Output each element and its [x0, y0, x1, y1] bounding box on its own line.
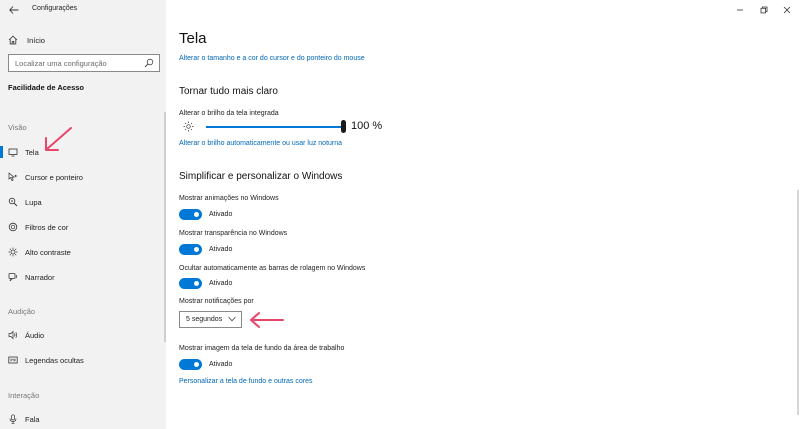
- page-title: Tela: [179, 30, 207, 47]
- animations-toggle-row: Ativado: [179, 208, 232, 220]
- back-arrow-icon: [9, 6, 19, 14]
- sidebar-item-speech[interactable]: Fala: [0, 410, 162, 428]
- sidebar-item-high-contrast[interactable]: Alto contraste: [0, 243, 162, 261]
- brightness-slider-track[interactable]: [206, 126, 344, 128]
- sidebar-item-label: Narrador: [25, 272, 55, 282]
- sidebar-item-label: Legendas ocultas: [25, 355, 84, 365]
- sidebar-item-label: Filtros de cor: [25, 222, 69, 232]
- sidebar-item-label: Início: [27, 35, 45, 45]
- display-icon: [8, 148, 18, 157]
- toggle-state: Ativado: [209, 245, 233, 253]
- microphone-icon: [9, 414, 17, 424]
- brightness-value: 100 %: [351, 120, 383, 132]
- magnifier-icon: [8, 197, 18, 207]
- transparency-toggle-row: Ativado: [179, 243, 232, 255]
- main-content: Tela Alterar o tamanho e a cor do cursor…: [166, 0, 800, 429]
- home-icon: [8, 35, 18, 45]
- captions-icon: [8, 356, 18, 364]
- sidebar-item-tela[interactable]: Tela: [0, 143, 162, 161]
- sidebar-item-label: Cursor e ponteiro: [25, 172, 83, 182]
- search-icon: [144, 58, 154, 68]
- search-placeholder: Localizar uma configuração: [15, 59, 107, 68]
- sidebar-item-label: Alto contraste: [25, 247, 71, 257]
- brighter-heading: Tornar tudo mais claro: [179, 86, 278, 97]
- sidebar-item-audio[interactable]: Áudio: [0, 326, 162, 344]
- cursor-icon: [8, 172, 17, 182]
- animations-label: Mostrar animações no Windows: [179, 195, 279, 202]
- sidebar-item-lupa[interactable]: Lupa: [0, 193, 162, 211]
- brightness-label: Alterar o brilho da tela integrada: [179, 110, 279, 117]
- sidebar: Configurações Início Localizar uma confi…: [0, 0, 166, 429]
- scrollbars-toggle-row: Ativado: [179, 277, 232, 289]
- toggle-knob: [194, 211, 199, 217]
- group-label-vision: Visão: [8, 123, 27, 132]
- animations-toggle[interactable]: [179, 208, 202, 220]
- main-scrollbar[interactable]: [797, 190, 799, 415]
- scrollbars-toggle[interactable]: [179, 277, 202, 289]
- group-label-hearing: Audição: [8, 307, 36, 316]
- simplify-heading: Simplificar e personalizar o Windows: [179, 171, 343, 182]
- toggle-state: Ativado: [209, 210, 233, 218]
- sidebar-item-cursor[interactable]: Cursor e ponteiro: [0, 168, 162, 186]
- narrator-icon: [8, 273, 18, 282]
- cursor-settings-link[interactable]: Alterar o tamanho e a cor do cursor e do…: [179, 55, 365, 62]
- speaker-icon: [8, 330, 17, 340]
- sidebar-item-captions[interactable]: Legendas ocultas: [0, 351, 162, 369]
- app-title: Configurações: [32, 5, 78, 12]
- search-input[interactable]: Localizar uma configuração: [8, 54, 160, 72]
- selection-indicator: [0, 146, 3, 158]
- sidebar-item-label: Lupa: [25, 197, 42, 207]
- group-label-interaction: Interação: [8, 391, 40, 400]
- color-filter-icon: [8, 222, 18, 232]
- sidebar-item-home[interactable]: Início: [8, 33, 45, 47]
- auto-brightness-link[interactable]: Alterar o brilho automaticamente ou usar…: [179, 140, 342, 147]
- toggle-knob: [194, 246, 199, 252]
- sidebar-item-label: Fala: [25, 414, 40, 424]
- background-toggle-row: Ativado: [179, 358, 232, 370]
- contrast-icon: [8, 247, 18, 257]
- notifications-duration-select[interactable]: 5 segundos: [179, 311, 242, 328]
- annotation-arrow-icon: [45, 127, 72, 151]
- sidebar-item-label: Áudio: [25, 330, 45, 340]
- chevron-down-icon: [228, 316, 236, 322]
- sidebar-item-color-filters[interactable]: Filtros de cor: [0, 218, 162, 236]
- select-value: 5 segundos: [186, 316, 223, 323]
- scrollbars-label: Ocultar automaticamente as barras de rol…: [179, 265, 366, 272]
- background-toggle[interactable]: [179, 358, 202, 370]
- notifications-label: Mostrar notificações por: [179, 298, 254, 305]
- background-label: Mostrar imagem da tela de fundo da área …: [179, 345, 345, 352]
- personalize-link[interactable]: Personalizar a tela de fundo e outras co…: [179, 378, 312, 385]
- transparency-label: Mostrar transparência no Windows: [179, 230, 288, 237]
- toggle-knob: [194, 361, 199, 367]
- toggle-state: Ativado: [209, 279, 233, 287]
- sidebar-item-narrator[interactable]: Narrador: [0, 268, 162, 286]
- transparency-toggle[interactable]: [179, 243, 202, 255]
- section-title: Facilidade de Acesso: [8, 83, 85, 92]
- brightness-slider-thumb[interactable]: [341, 120, 346, 133]
- annotation-arrow-icon: [250, 312, 284, 328]
- back-button[interactable]: [7, 3, 21, 17]
- toggle-state: Ativado: [209, 360, 233, 368]
- brightness-sun-icon: [183, 121, 194, 132]
- toggle-knob: [194, 280, 199, 286]
- sidebar-item-label: Tela: [25, 147, 39, 157]
